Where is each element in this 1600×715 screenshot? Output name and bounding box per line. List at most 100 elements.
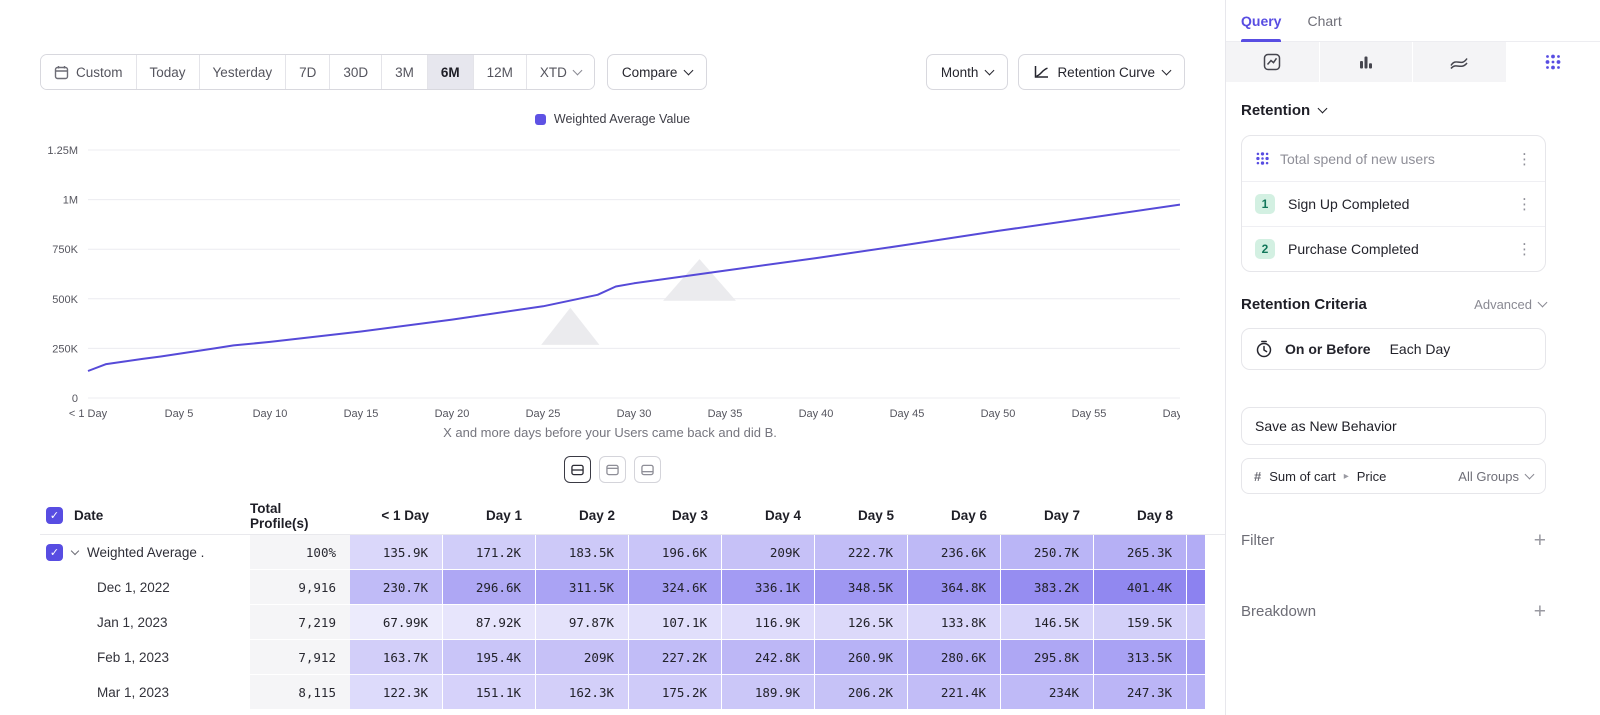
header-partial — [1187, 497, 1205, 534]
behavior-step-2[interactable]: 2 Purchase Completed ⋮ — [1242, 226, 1545, 271]
scatter-grid-icon[interactable] — [1507, 42, 1600, 82]
table-row: Dec 1, 20229,916230.7K296.6K311.5K324.6K… — [40, 570, 1225, 605]
granularity-button[interactable]: Month — [926, 54, 1009, 90]
table-layout-header-button[interactable] — [599, 456, 626, 483]
range-today[interactable]: Today — [136, 55, 199, 89]
chevron-down-icon — [1525, 469, 1535, 479]
table-cell: 87.92K — [443, 605, 536, 640]
save-behavior-button[interactable]: Save as New Behavior — [1241, 407, 1546, 445]
svg-text:Day 10: Day 10 — [253, 408, 288, 420]
behavior-step-1[interactable]: 1 Sign Up Completed ⋮ — [1242, 181, 1545, 226]
table-layout-split-button[interactable] — [564, 456, 591, 483]
stream-chart-icon[interactable] — [1413, 42, 1507, 82]
header-col: Day 2 — [536, 497, 629, 534]
group-selector[interactable]: All Groups — [1458, 469, 1533, 484]
range-7d[interactable]: 7D — [285, 55, 329, 89]
step-number-badge: 2 — [1255, 239, 1275, 259]
table-row: Feb 1, 20237,912163.7K195.4K209K227.2K24… — [40, 640, 1225, 675]
retention-timing-selector[interactable]: On or Before Each Day — [1241, 328, 1546, 370]
table-cell: 364.8K — [908, 570, 1001, 605]
range-12m[interactable]: 12M — [473, 55, 526, 89]
partial-cell — [1187, 675, 1205, 710]
table-cell: 195.4K — [443, 640, 536, 675]
chart-legend: Weighted Average Value — [0, 112, 1225, 126]
add-filter-button[interactable]: + — [1534, 530, 1546, 551]
add-breakdown-button[interactable]: + — [1534, 601, 1546, 622]
sidebar-tabs: Query Chart — [1226, 0, 1600, 42]
total-cell: 100% — [250, 535, 350, 570]
table-cell: 171.2K — [443, 535, 536, 570]
breakdown-section: Breakdown + — [1241, 601, 1546, 622]
svg-text:Day 60: Day 60 — [1163, 408, 1180, 420]
tab-query[interactable]: Query — [1241, 0, 1281, 41]
bar-chart-icon[interactable] — [1320, 42, 1414, 82]
step-menu-icon[interactable]: ⋮ — [1517, 240, 1532, 258]
step-menu-icon[interactable]: ⋮ — [1517, 195, 1532, 213]
range-custom[interactable]: Custom — [41, 55, 136, 89]
behavior-menu-icon[interactable]: ⋮ — [1517, 150, 1532, 168]
table-cell: 175.2K — [629, 675, 722, 710]
select-all-checkbox[interactable]: ✓ — [46, 507, 63, 524]
behavior-header[interactable]: Total spend of new users ⋮ — [1242, 136, 1545, 181]
table-cell: 265.3K — [1094, 535, 1187, 570]
report-type-selector[interactable]: Retention — [1241, 102, 1546, 119]
range-30d[interactable]: 30D — [329, 55, 381, 89]
svg-text:Day 35: Day 35 — [708, 408, 743, 420]
table-cell: 247.3K — [1094, 675, 1187, 710]
app-root: CustomTodayYesterday7D30D3M6M12MXTD Comp… — [0, 0, 1600, 715]
range-6m[interactable]: 6M — [427, 55, 473, 89]
range-xtd[interactable]: XTD — [526, 55, 594, 89]
partial-cell — [1187, 640, 1205, 675]
row-label-cell: ✓Weighted Average ... — [40, 535, 250, 570]
chart-type-button[interactable]: Retention Curve — [1018, 54, 1185, 90]
tab-chart[interactable]: Chart — [1307, 0, 1341, 41]
table-cell: 163.7K — [350, 640, 443, 675]
table-cell: 189.9K — [722, 675, 815, 710]
retention-line-chart[interactable]: 0250K500K750K1M1.25M< 1 DayDay 5Day 10Da… — [30, 128, 1180, 420]
filter-section: Filter + — [1241, 530, 1546, 551]
row-label: Jan 1, 2023 — [97, 615, 168, 630]
svg-text:Day 30: Day 30 — [617, 408, 652, 420]
table-cell: 135.9K — [350, 535, 443, 570]
table-layout-footer-button[interactable] — [634, 456, 661, 483]
chevron-down-icon — [1538, 298, 1548, 308]
svg-text:1M: 1M — [63, 195, 78, 207]
number-type-icon: # — [1254, 469, 1261, 484]
step-label: Sign Up Completed — [1288, 196, 1409, 212]
partial-cell — [1187, 570, 1205, 605]
compare-button[interactable]: Compare — [607, 54, 708, 90]
table-cell: 107.1K — [629, 605, 722, 640]
row-expander-icon[interactable] — [71, 547, 79, 555]
range-3m[interactable]: 3M — [381, 55, 427, 89]
line-chart-icon[interactable] — [1226, 42, 1320, 82]
partial-cell — [1187, 535, 1205, 570]
table-cell: 336.1K — [722, 570, 815, 605]
range-yesterday[interactable]: Yesterday — [199, 55, 286, 89]
measure-selector[interactable]: # Sum of cart ▸ Price All Groups — [1241, 458, 1546, 494]
timing-unit-label: Each Day — [1390, 341, 1451, 357]
header-col: Day 5 — [815, 497, 908, 534]
legend-label: Weighted Average Value — [554, 112, 690, 126]
legend-swatch — [535, 114, 546, 125]
header-date: ✓Date — [40, 497, 250, 534]
svg-text:Day 20: Day 20 — [435, 408, 470, 420]
advanced-toggle[interactable]: Advanced — [1474, 297, 1546, 312]
main-panel: CustomTodayYesterday7D30D3M6M12MXTD Comp… — [0, 0, 1225, 715]
table-cell: 146.5K — [1001, 605, 1094, 640]
partial-cell — [1187, 605, 1205, 640]
table-cell: 242.8K — [722, 640, 815, 675]
header-col: Day 1 — [443, 497, 536, 534]
row-label: Feb 1, 2023 — [97, 650, 169, 665]
table-cell: 159.5K — [1094, 605, 1187, 640]
total-cell: 7,912 — [250, 640, 350, 675]
table-cell: 313.5K — [1094, 640, 1187, 675]
row-checkbox[interactable]: ✓ — [46, 544, 63, 561]
table-header-row: ✓DateTotal Profile(s)< 1 DayDay 1Day 2Da… — [40, 497, 1225, 535]
chevron-down-icon — [572, 65, 582, 75]
row-label-cell: Jan 1, 2023 — [40, 605, 250, 640]
svg-text:500K: 500K — [52, 294, 78, 306]
svg-text:Day 15: Day 15 — [344, 408, 379, 420]
total-cell: 7,219 — [250, 605, 350, 640]
chevron-down-icon — [1162, 65, 1172, 75]
filter-label: Filter — [1241, 532, 1274, 549]
